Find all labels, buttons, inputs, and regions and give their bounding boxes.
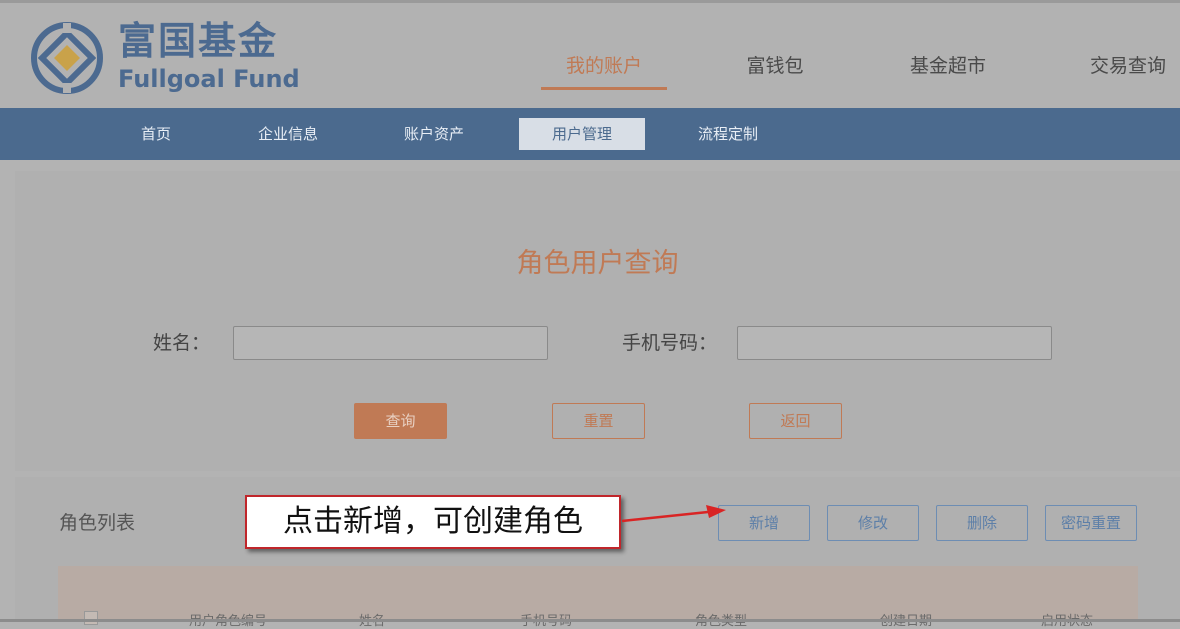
select-all-checkbox[interactable] [84, 611, 98, 625]
name-input[interactable] [233, 326, 548, 360]
query-panel-title: 角色用户查询 [516, 248, 679, 279]
delete-role-button[interactable]: 删除 [936, 505, 1028, 541]
name-label: 姓名： [153, 332, 211, 354]
main-nav-trade-query[interactable]: 交易查询 [1078, 53, 1178, 79]
fullgoal-logo-icon [31, 22, 103, 94]
back-button[interactable]: 返回 [749, 403, 842, 439]
reset-button[interactable]: 重置 [552, 403, 645, 439]
query-panel: 角色用户查询 姓名： 手机号码： 查询 重置 返回 [15, 171, 1180, 471]
search-button[interactable]: 查询 [354, 403, 447, 439]
active-nav-underline [541, 87, 667, 90]
main-nav-fund-market[interactable]: 基金超市 [885, 53, 1011, 79]
add-role-button[interactable]: 新增 [718, 505, 810, 541]
role-table-header: 用户角色编号 姓名 手机号码 角色类型 创建日期 启用状态 [58, 566, 1138, 629]
sub-nav-account-assets[interactable]: 账户资产 [386, 108, 482, 160]
sub-nav: 首页 企业信息 账户资产 用户管理 流程定制 [0, 108, 1180, 160]
main-nav-my-account[interactable]: 我的账户 [541, 53, 667, 79]
annotation-callout: 点击新增，可创建角色 [245, 495, 621, 549]
top-header: 富国基金 Fullgoal Fund 我的账户 富钱包 基金超市 交易查询 [0, 0, 1180, 108]
edit-role-button[interactable]: 修改 [827, 505, 919, 541]
phone-input[interactable] [737, 326, 1052, 360]
sub-nav-process-custom[interactable]: 流程定制 [680, 108, 776, 160]
sub-nav-user-management[interactable]: 用户管理 [519, 118, 645, 150]
reset-password-button[interactable]: 密码重置 [1045, 505, 1137, 541]
brand-name-cn: 富国基金 [118, 19, 279, 63]
main-nav-wallet[interactable]: 富钱包 [712, 53, 838, 79]
role-list-title: 角色列表 [59, 512, 136, 534]
sub-nav-home[interactable]: 首页 [108, 108, 204, 160]
annotation-arrow-icon [621, 505, 726, 523]
sub-nav-company-info[interactable]: 企业信息 [240, 108, 336, 160]
phone-label: 手机号码： [622, 332, 718, 354]
brand-name-en: Fullgoal Fund [118, 65, 300, 93]
